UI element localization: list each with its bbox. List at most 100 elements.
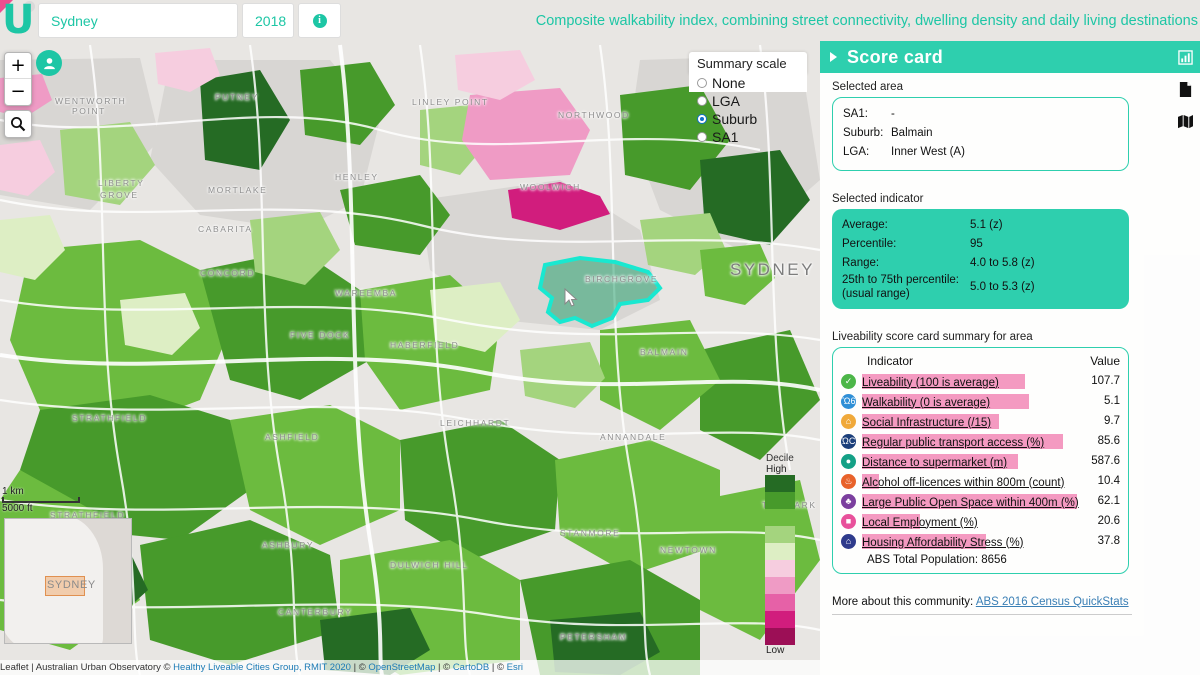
summary-scale-option-label: None — [712, 75, 746, 91]
summary-scale-option-label: SA1 — [712, 129, 739, 145]
bar-chart-glyph — [1177, 49, 1193, 65]
scorecard-indicator-name: Alcohol off-licences within 800m (count) — [862, 473, 1076, 490]
summary-scale-option-sa1[interactable]: SA1 — [689, 128, 807, 146]
radio-icon[interactable] — [697, 132, 707, 142]
scorecard-indicator-link[interactable]: Walkability (0 is average) — [862, 397, 990, 409]
scorecard-indicator-link[interactable]: Distance to supermarket (m) — [862, 457, 1007, 469]
scorecard-value: 9.7 — [1104, 415, 1120, 427]
scorecard-value: 107.7 — [1091, 375, 1120, 387]
right-icon-rail[interactable] — [1170, 41, 1200, 137]
area-row-suburb: Suburb: Balmain — [843, 124, 1118, 143]
scorecard-value: 85.6 — [1097, 435, 1120, 447]
scorecard-row[interactable]: ⌂ Housing Affordability Stress (%) 37.8 — [841, 531, 1120, 551]
search-button[interactable] — [4, 110, 32, 138]
population-text: ABS Total Population: 8656 — [867, 554, 1007, 566]
indicator-row-iqr: 25th to 75th percentile: (usual range) 5… — [842, 273, 1119, 301]
scorecard-row[interactable]: ■ Local Employment (%) 20.6 — [841, 511, 1120, 531]
employment-icon: ■ — [841, 513, 856, 529]
scorecard-value: 37.8 — [1097, 535, 1120, 547]
document-icon[interactable] — [1170, 73, 1200, 105]
summary-scale-option-label: Suburb — [712, 111, 758, 127]
summary-scale-option-lga[interactable]: LGA — [689, 92, 807, 110]
attrib-link-rmit[interactable]: Healthy Liveable Cities Group, RMIT 2020 — [173, 662, 351, 673]
attrib-link-esri[interactable]: Esri — [507, 662, 523, 673]
city-selector[interactable]: Sydney — [38, 3, 238, 38]
radio-icon[interactable] — [697, 96, 707, 106]
year-selector[interactable]: 2018 — [242, 3, 294, 38]
legend-swatch — [765, 475, 795, 492]
attrib-sep2: | © — [435, 662, 453, 673]
scorecard-table: Indicator Value ✓ Liveability (100 is ave… — [832, 347, 1129, 574]
summary-scale-options[interactable]: None LGA Suburb SA1 — [689, 74, 807, 146]
radio-icon[interactable] — [697, 78, 707, 88]
search-icon — [11, 117, 26, 132]
collapse-caret-icon[interactable] — [830, 52, 837, 62]
user-avatar[interactable] — [36, 50, 62, 76]
more-prefix: More about this community: — [832, 596, 976, 608]
scorecard-indicator-link[interactable]: Local Employment (%) — [862, 517, 978, 529]
overview-minimap[interactable]: SYDNEY — [4, 518, 132, 644]
indicator-row-range: Range: 4.0 to 5.8 (z) — [842, 254, 1119, 273]
map-icon[interactable] — [1170, 105, 1200, 137]
indicator-row-average: Average: 5.1 (z) — [842, 216, 1119, 235]
info-button[interactable]: i — [298, 3, 341, 38]
legend-swatch — [765, 628, 795, 645]
scorecard-row[interactable]: ● Distance to supermarket (m) 587.6 — [841, 451, 1120, 471]
minimap-city-label: SYDNEY — [47, 579, 96, 591]
scorecard-row[interactable]: ⌂ Social Infrastructure (/15) 9.7 — [841, 411, 1120, 431]
scorecard-indicator-link[interactable]: Social Infrastructure (/15) — [862, 417, 991, 429]
scorecard-value: 20.6 — [1097, 515, 1120, 527]
legend-swatch — [765, 509, 795, 526]
scorecard-indicator-name: Housing Affordability Stress (%) — [862, 533, 1076, 550]
scorecard-indicator-name: Social Infrastructure (/15) — [862, 413, 1076, 430]
scorecard-row[interactable]: ὨC Regular public transport access (%) 85.… — [841, 431, 1120, 451]
legend-swatch — [765, 543, 795, 560]
score-card-header[interactable]: Score card — [820, 41, 1200, 73]
legend-swatch — [765, 560, 795, 577]
legend-swatch — [765, 526, 795, 543]
attrib-link-osm[interactable]: OpenStreetMap — [368, 662, 435, 673]
summary-scale-option-label: LGA — [712, 93, 741, 109]
iqr-value: 5.0 to 5.3 (z) — [970, 280, 1035, 293]
scorecard-row[interactable]: ♨ Alcohol off-licences within 800m (count… — [841, 471, 1120, 491]
logo-letter-u: U — [2, 0, 35, 43]
scorecard-row[interactable]: ♣ Large Public Open Space within 400m (%)… — [841, 491, 1120, 511]
bar-chart-icon[interactable] — [1170, 41, 1200, 73]
selected-indicator-box: Average: 5.1 (z) Percentile: 95 Range: 4… — [832, 209, 1129, 309]
walk-icon: Ὣ6 — [841, 393, 856, 409]
scorecard-indicator-link[interactable]: Regular public transport access (%) — [862, 437, 1044, 449]
legend-swatch — [765, 577, 795, 594]
radio-icon[interactable] — [697, 114, 707, 124]
public-transport-icon: ὨC — [841, 433, 856, 449]
scorecard-indicator-link[interactable]: Liveability (100 is average) — [862, 377, 999, 389]
summary-scale-control[interactable]: Summary scale None LGA Suburb SA1 — [689, 52, 807, 146]
iqr-key-line1: 25th to 75th percentile: — [842, 274, 959, 286]
scorecard-row[interactable]: Ὣ6 Walkability (0 is average) 5.1 — [841, 391, 1120, 411]
scorecard-indicator-name: Distance to supermarket (m) — [862, 453, 1076, 470]
alcohol-icon: ♨ — [841, 473, 856, 489]
zoom-control[interactable]: + − — [4, 52, 32, 106]
housing-icon: ⌂ — [841, 533, 856, 549]
score-card-panel: Score card Selected area SA1: - Suburb: … — [820, 41, 1200, 675]
map-glyph — [1177, 114, 1193, 128]
scorecard-indicator-name: Walkability (0 is average) — [862, 393, 1076, 410]
zoom-out-button[interactable]: − — [5, 79, 31, 105]
attrib-link-cartodb[interactable]: CartoDB — [453, 662, 489, 673]
scorecard-value: 5.1 — [1104, 395, 1120, 407]
percentile-value: 95 — [970, 238, 983, 250]
summary-scale-option-none[interactable]: None — [689, 74, 807, 92]
scorecard-row[interactable]: ✓ Liveability (100 is average) 107.7 — [841, 371, 1120, 391]
selected-area-label: Selected area — [832, 81, 903, 93]
info-icon: i — [312, 13, 327, 28]
range-value: 4.0 to 5.8 (z) — [970, 257, 1035, 269]
scorecard-indicator-link[interactable]: Alcohol off-licences within 800m (count) — [862, 477, 1064, 489]
selected-area-box: SA1: - Suburb: Balmain LGA: Inner West (… — [832, 97, 1129, 171]
scorecard-indicator-link[interactable]: Large Public Open Space within 400m (%) — [862, 497, 1079, 509]
app-logo[interactable]: U — [0, 0, 36, 41]
zoom-in-button[interactable]: + — [5, 53, 31, 79]
scorecard-indicator-link[interactable]: Housing Affordability Stress (%) — [862, 537, 1024, 549]
census-quickstats-link[interactable]: ABS 2016 Census QuickStats — [976, 596, 1129, 608]
summary-scale-option-suburb[interactable]: Suburb — [689, 110, 807, 128]
area-row-sa1: SA1: - — [843, 105, 1118, 124]
col-header-value: Value — [1090, 354, 1120, 368]
